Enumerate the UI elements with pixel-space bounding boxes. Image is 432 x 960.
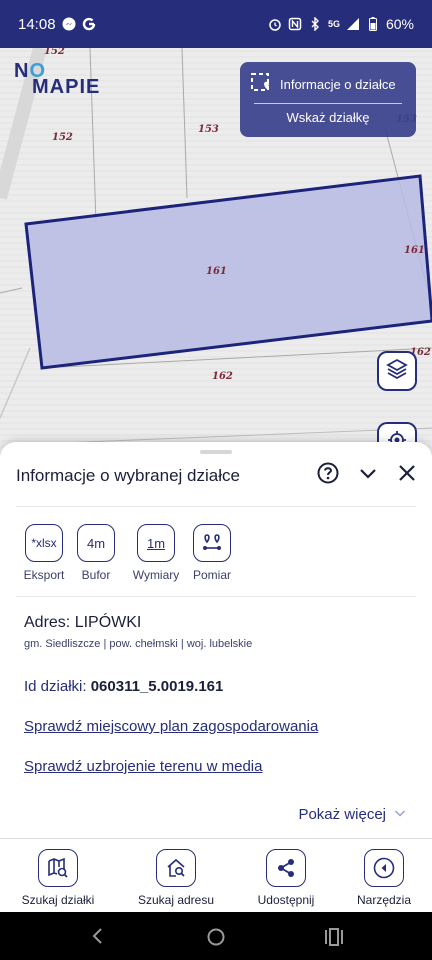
- nfc-icon: [288, 17, 302, 31]
- nav-search-address[interactable]: Szukaj adresu: [132, 849, 220, 907]
- parcel-label: 162: [212, 371, 233, 382]
- chevron-down-icon: [358, 463, 378, 488]
- status-bar: 14:08 5G 60%: [0, 0, 432, 48]
- status-time: 14:08: [18, 15, 56, 33]
- chevron-down-icon: [394, 806, 406, 823]
- zoning-plan-link[interactable]: Sprawdź miejscowy plan zagospodarowania: [24, 718, 318, 735]
- system-nav-bar: [0, 912, 432, 960]
- parcel-details-sheet: Informacje o wybranej działce *xlsx Eksp…: [0, 442, 432, 838]
- nav-label: Udostępnij: [257, 893, 315, 907]
- tools-row: *xlsx Eksport 4m Bufor 1m Wymiary Pomiar: [16, 524, 240, 582]
- bluetooth-icon: [308, 17, 322, 31]
- divider: [16, 596, 416, 597]
- utilities-link[interactable]: Sprawdź uzbrojenie terenu w media: [24, 758, 262, 775]
- card-divider: [254, 103, 402, 104]
- plot-id-value: 060311_5.0019.161: [90, 678, 224, 695]
- measure-tool[interactable]: Pomiar: [184, 524, 240, 582]
- export-tool[interactable]: *xlsx Eksport: [16, 524, 72, 582]
- nav-label: Szukaj działki: [21, 893, 95, 907]
- select-area-icon: [250, 72, 272, 97]
- back-icon[interactable]: [90, 926, 104, 951]
- plot-id: Id działki: 060311_5.0019.161: [24, 678, 223, 695]
- address-subtitle: gm. Siedliszcze | pow. chełmski | woj. l…: [24, 638, 253, 650]
- parcel-label: 161: [404, 245, 425, 256]
- divider: [16, 506, 416, 507]
- point-parcel-button[interactable]: Wskaż działkę: [240, 110, 416, 125]
- battery-icon: [366, 17, 380, 31]
- measure-icon: [193, 524, 231, 562]
- alarm-icon: [268, 17, 282, 31]
- signal-icon: [346, 17, 360, 31]
- nav-label: Narzędzia: [356, 893, 412, 907]
- parcel-label: 161: [206, 266, 227, 277]
- messenger-icon: [62, 17, 76, 31]
- dimensions-icon: 1m: [137, 524, 175, 562]
- network-type: 5G: [327, 19, 340, 29]
- home-icon[interactable]: [206, 927, 226, 952]
- help-icon: [317, 462, 339, 489]
- collapse-button[interactable]: [355, 462, 381, 488]
- buffer-icon: 4m: [77, 524, 115, 562]
- help-button[interactable]: [315, 462, 341, 488]
- buffer-tool[interactable]: 4m Bufor: [68, 524, 124, 582]
- home-search-icon: [156, 849, 196, 887]
- tool-label: Wymiary: [132, 568, 180, 582]
- nav-share[interactable]: Udostępnij: [242, 849, 330, 907]
- nomapie-logo: NO MAPIE: [14, 60, 101, 98]
- show-more-label: Pokaż więcej: [298, 806, 386, 823]
- nav-tools[interactable]: Narzędzia: [340, 849, 428, 907]
- plot-id-label: Id działki:: [24, 678, 87, 695]
- recents-icon[interactable]: [324, 928, 344, 951]
- nav-label: Szukaj adresu: [137, 893, 215, 907]
- tool-label: Pomiar: [192, 568, 231, 582]
- export-xlsx-icon: *xlsx: [25, 524, 63, 562]
- tool-label: Bufor: [81, 568, 111, 582]
- chevron-left-icon: [364, 849, 404, 887]
- sheet-drag-handle[interactable]: [200, 450, 232, 454]
- dimensions-tool[interactable]: 1m Wymiary: [128, 524, 184, 582]
- parcel-info-label: Informacje o działce: [280, 76, 396, 92]
- google-icon: [82, 17, 96, 31]
- sheet-title: Informacje o wybranej działce: [16, 466, 240, 485]
- address-title: Adres: LIPÓWKI: [24, 614, 142, 631]
- parcel-info-button[interactable]: Informacje o działce: [250, 72, 408, 96]
- parcel-label: 152: [52, 132, 73, 143]
- layers-icon: [386, 358, 408, 385]
- nav-search-parcel[interactable]: Szukaj działki: [14, 849, 102, 907]
- battery-level: 60%: [385, 16, 414, 32]
- parcel-info-card: Informacje o działce Wskaż działkę: [240, 62, 416, 137]
- share-icon: [266, 849, 306, 887]
- layers-button[interactable]: [377, 351, 417, 391]
- parcel-label: 152: [44, 48, 65, 57]
- parcel-label: 153: [198, 124, 219, 135]
- show-more-button[interactable]: Pokaż więcej: [298, 806, 406, 823]
- tool-label: Eksport: [23, 568, 65, 582]
- close-icon: [398, 464, 416, 487]
- close-button[interactable]: [394, 462, 420, 488]
- map-search-icon: [38, 849, 78, 887]
- bottom-navigation: Szukaj działki Szukaj adresu Udostępnij …: [0, 838, 432, 912]
